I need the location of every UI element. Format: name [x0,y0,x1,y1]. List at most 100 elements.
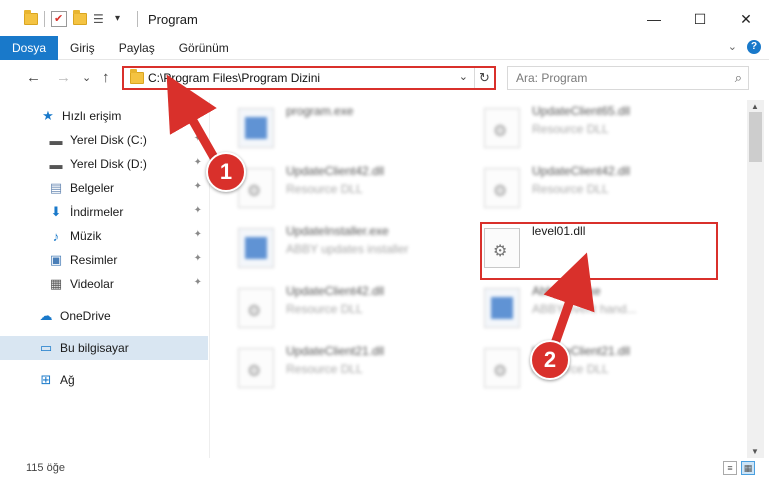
sidebar-item[interactable]: ▣ Resimler ✦ [0,248,208,272]
forward-button[interactable]: → [56,69,71,86]
file-name: UpdateClient42.dll [286,284,385,298]
sidebar-item[interactable]: ▭ Bu bilgisayar [0,336,208,360]
sidebar-item-label: Ağ [60,373,75,387]
sidebar-item[interactable]: ▬ Yerel Disk (D:) ✦ [0,152,208,176]
documents-icon: ▤ [49,180,63,195]
executable-icon [238,108,274,148]
search-placeholder: Ara: Program [516,71,588,85]
file-tile[interactable]: UpdateInstaller.exe ABBY updates installe… [238,222,478,272]
sidebar-item[interactable]: ▦ Videolar ✦ [0,272,208,296]
file-tile[interactable]: UpdateClient21.dllResource DLL [484,342,724,392]
up-button[interactable]: ↑ [102,69,110,86]
title-bar: ✔ ☰ ▾ Program — ☐ ✕ [0,0,769,38]
sidebar-item-label: Bu bilgisayar [60,341,129,355]
file-description: Resource DLL [286,362,363,376]
sidebar-item[interactable]: ☁ OneDrive [0,304,208,328]
vertical-scrollbar[interactable]: ▲ ▼ [747,100,764,458]
sidebar-item[interactable]: ⊞ Ağ [0,368,208,392]
new-folder-icon[interactable] [73,10,87,25]
sidebar-item[interactable]: ★ Hızlı erişim [0,104,208,128]
file-tile[interactable]: UpdateClient65.dll Resource DLL [484,102,724,152]
sidebar-item-label: Yerel Disk (C:) [70,133,147,147]
ribbon-tabs: Dosya Giriş Paylaş Görünüm ⌄ ? [0,35,769,60]
address-dropdown-icon[interactable]: ⌄ [459,70,468,83]
sidebar-item[interactable]: ⬇ İndirmeler ✦ [0,200,208,224]
search-input[interactable]: Ara: Program ⌕ [507,66,749,90]
pin-icon[interactable]: ✦ [194,133,202,144]
tiles-view-icon[interactable]: ▦ [741,461,755,475]
dll-file-icon [484,108,520,148]
close-button[interactable]: ✕ [723,0,769,38]
pictures-icon: ▣ [49,252,63,267]
minimize-button[interactable]: — [631,0,677,38]
sidebar-item[interactable]: ♪ Müzik ✦ [0,224,208,248]
dll-file-icon [238,348,274,388]
properties-icon[interactable]: ✔ [51,11,67,27]
details-view-icon[interactable]: ≡ [723,461,737,475]
file-name: UpdateClient42.dll [286,164,385,178]
back-button[interactable]: ← [26,69,41,86]
file-description: Resource DLL [532,122,609,136]
tab-home[interactable]: Giriş [58,36,107,60]
navigation-pane: ★ Hızlı erişim ▬ Yerel Disk (C:) ✦ ▬ Yerel Dis… [0,100,210,458]
pin-icon[interactable]: ✦ [194,205,202,216]
file-description: ABBY updates installer [286,242,409,256]
file-name: UpdateClient42.dll [532,164,631,178]
dll-file-icon [238,288,274,328]
sidebar-item-label: Resimler [70,253,118,267]
file-tile[interactable]: UpdateClient42.dll Resource DLL [484,162,724,212]
folder-icon [130,69,144,84]
sidebar-item[interactable]: ▬ Yerel Disk (C:) ✦ [0,128,208,152]
tab-share[interactable]: Paylaş [107,36,167,60]
toolbar-divider [137,11,138,27]
recent-locations-button[interactable]: ⌄ [82,71,91,84]
star-icon: ★ [42,108,54,123]
tab-view[interactable]: Görünüm [167,36,241,60]
file-description: Resource DLL [532,182,609,196]
customize-toolbar-icon[interactable]: ▾ [115,11,131,27]
search-icon[interactable]: ⌕ [735,70,742,86]
sidebar-item-label: Müzik [70,229,102,243]
file-description: Resource DLL [286,302,363,316]
scroll-up-icon[interactable]: ▲ [751,102,759,111]
network-icon: ⊞ [40,372,52,387]
quick-access-toolbar: ✔ ☰ ▾ [0,0,138,38]
sidebar-item-label: Yerel Disk (D:) [70,157,147,171]
file-tile[interactable]: AbbyNI1.exe ABBY event hand... [484,282,724,332]
scrollbar-thumb[interactable] [749,112,762,162]
file-tile[interactable]: UpdateClient42.dll Resource DLL [238,282,478,332]
address-path[interactable]: C:\Program Files\Program Dizini [148,71,320,85]
drive-icon: ▬ [49,156,63,172]
help-icon[interactable]: ? [747,40,761,54]
pin-icon[interactable]: ✦ [194,253,202,264]
highlight-box-file [480,222,718,280]
music-icon: ♪ [52,228,60,244]
pin-icon[interactable]: ✦ [194,229,202,240]
file-tile[interactable]: program.exe [238,102,478,152]
file-description: Resource DLL [286,182,363,196]
maximize-button[interactable]: ☐ [677,0,723,38]
videos-icon: ▦ [49,276,63,291]
item-count: 115 öğe [26,462,65,474]
view-icon[interactable]: ☰ [93,11,109,27]
scroll-down-icon[interactable]: ▼ [751,447,759,456]
executable-icon [238,228,274,268]
pin-icon[interactable]: ✦ [194,157,202,168]
address-bar[interactable]: C:\Program Files\Program Dizini ⌄ ↻ [122,66,496,90]
tab-file[interactable]: Dosya [0,35,59,60]
cloud-icon: ☁ [39,308,53,323]
step-badge-2: 2 [530,340,570,380]
refresh-button[interactable]: ↻ [474,68,494,88]
sidebar-item[interactable]: ▤ Belgeler ✦ [0,176,208,200]
pin-icon[interactable]: ✦ [194,181,202,192]
file-name: UpdateClient65.dll [532,104,631,118]
download-icon: ⬇ [50,204,62,219]
drive-icon: ▬ [49,132,63,148]
file-name: program.exe [286,104,354,118]
file-tile[interactable]: UpdateClient21.dllResource DLL [238,342,478,392]
expand-ribbon-icon[interactable]: ⌄ [728,40,737,54]
step-badge-1: 1 [206,152,246,192]
pin-icon[interactable]: ✦ [194,277,202,288]
file-tile[interactable]: UpdateClient42.dll Resource DLL [238,162,478,212]
sidebar-item-label: Hızlı erişim [62,109,122,123]
